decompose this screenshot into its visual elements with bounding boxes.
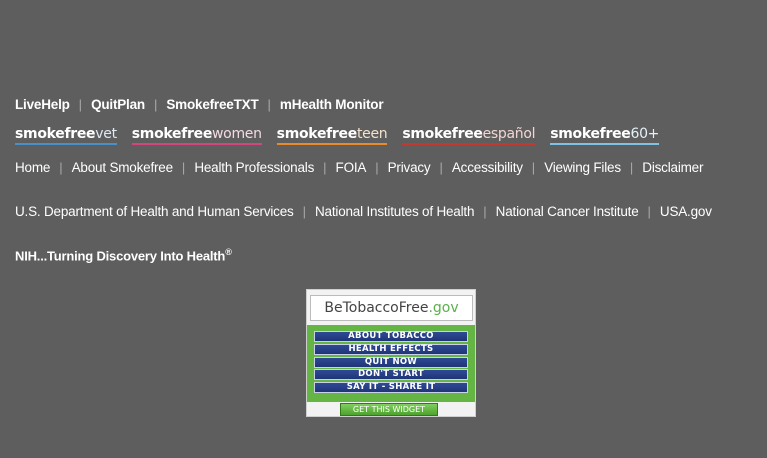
betobaccofree-logo[interactable]: BeTobaccoFree .gov [310,295,473,321]
brand-prefix: smokefree [131,126,213,142]
smokefree-women-link[interactable]: smokefree women [131,126,262,145]
logo-main-text: BeTobaccoFree [324,300,429,316]
quit-links-row: LiveHelp | QuitPlan | SmokefreeTXT | mHe… [15,97,384,112]
separator: | [267,97,271,112]
separator: | [59,160,63,175]
smokefree-brands-row: smokefree vet smokefree women smokefree tee… [15,126,674,145]
smokefree-vet-link[interactable]: smokefree vet [15,126,117,145]
brand-prefix: smokefree [402,126,483,142]
smokefree-espanol-link[interactable]: smokefree español [402,126,536,145]
nih-tagline-text: NIH...Turning Discovery Into Health [15,248,226,264]
separator: | [153,97,158,112]
mhealth-monitor-link[interactable]: mHealth Monitor [280,97,384,112]
separator: | [483,204,487,219]
separator: | [78,97,83,112]
government-links-row: U.S. Department of Health and Human Serv… [15,204,712,219]
widget-menu-panel: ABOUT TOBACCO HEALTH EFFECTS QUIT NOW DO… [307,325,475,402]
nih-tagline-row: NIH...Turning Discovery Into Health® [15,247,232,263]
viewing-files-link[interactable]: Viewing Files [544,160,621,175]
widget-menu: ABOUT TOBACCO HEALTH EFFECTS QUIT NOW DO… [314,331,468,395]
separator: | [181,160,186,175]
separator: | [531,160,536,175]
get-widget-button[interactable]: GET THIS WIDGET [340,403,438,416]
nci-link[interactable]: National Cancer Institute [496,204,639,219]
separator: | [302,204,306,219]
widget-menu-item-say-it-share-it[interactable]: SAY IT - SHARE IT [314,382,468,394]
disclaimer-link[interactable]: Disclaimer [642,160,703,175]
privacy-link[interactable]: Privacy [388,160,431,175]
smokefreetxt-link[interactable]: SmokefreeTXT [166,97,258,112]
usa-gov-link[interactable]: USA.gov [660,204,712,219]
quitplan-link[interactable]: QuitPlan [91,97,145,112]
logo-gov-text: .gov [428,300,459,316]
brand-prefix: smokefree [276,126,358,142]
separator: | [323,160,327,175]
widget-menu-item-quit-now[interactable]: QUIT NOW [314,356,468,368]
about-smokefree-link[interactable]: About Smokefree [72,160,174,175]
widget-menu-item-about-tobacco[interactable]: ABOUT TOBACCO [314,331,468,342]
brand-suffix: women [212,126,262,142]
separator: | [629,160,634,175]
hhs-link[interactable]: U.S. Department of Health and Human Serv… [15,204,294,219]
brand-suffix: vet [95,126,117,142]
nih-link[interactable]: National Institutes of Health [315,204,474,219]
foia-link[interactable]: FOIA [336,160,367,175]
separator: | [647,204,651,219]
nih-tagline: NIH...Turning Discovery Into Health® [15,247,232,263]
registered-mark: ® [225,247,232,257]
accessibility-link[interactable]: Accessibility [452,160,523,175]
livehelp-link[interactable]: LiveHelp [15,97,70,112]
separator: | [439,160,443,175]
brand-suffix: teen [356,126,388,142]
health-professionals-link[interactable]: Health Professionals [194,160,314,175]
brand-prefix: smokefree [550,126,631,142]
brand-prefix: smokefree [15,126,96,142]
smokefree-teen-link[interactable]: smokefree teen [276,126,388,145]
widget-menu-item-health-effects[interactable]: HEALTH EFFECTS [314,343,468,355]
widget-menu-item-dont-start[interactable]: DON'T START [314,369,468,381]
separator: | [375,160,379,175]
home-link[interactable]: Home [15,160,50,175]
brand-suffix: 60+ [630,126,660,142]
smokefree-60-link[interactable]: smokefree 60+ [550,126,659,145]
betobaccofree-widget: BeTobaccoFree .gov ABOUT TOBACCO HEALTH E… [306,289,476,417]
brand-suffix: español [482,126,536,142]
site-links-row: Home | About Smokefree | Health Professi… [15,160,703,175]
